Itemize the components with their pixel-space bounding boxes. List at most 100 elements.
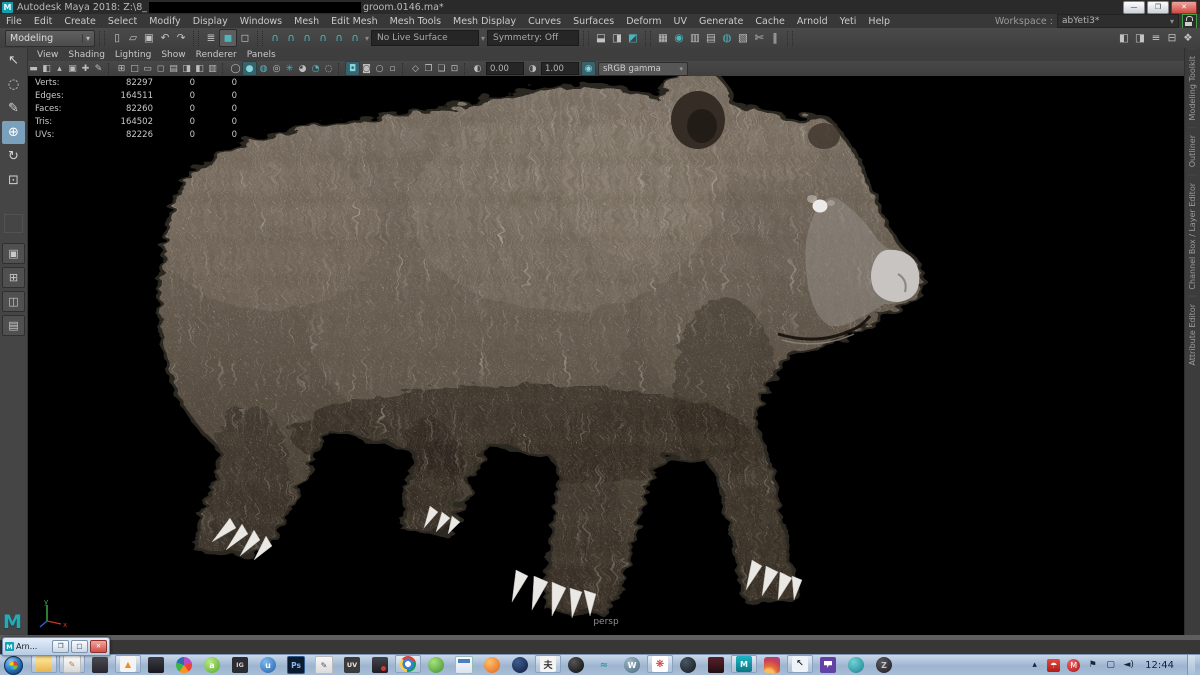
menu-item[interactable]: Modify — [143, 16, 186, 27]
menu-item[interactable]: Windows — [234, 16, 288, 27]
field-chart-icon[interactable]: ▤ — [167, 62, 180, 75]
smooth-wireframe-icon[interactable]: ▫ — [386, 62, 399, 75]
menu-item[interactable]: Display — [187, 16, 234, 27]
green-ball-app-icon[interactable]: a — [204, 657, 220, 673]
grid-toggle-icon[interactable]: ⊞ — [115, 62, 128, 75]
show-desktop-button[interactable] — [1187, 655, 1195, 675]
maya-taskbar-icon[interactable]: M — [736, 656, 752, 672]
teal-glyph-app-icon[interactable]: ≈ — [596, 657, 612, 673]
sidebar-tab[interactable]: Channel Box / Layer Editor — [1188, 175, 1197, 297]
outliner-toggle-icon[interactable]: ⊟ — [1164, 30, 1180, 46]
undo-icon[interactable]: ↶ — [157, 30, 173, 46]
pen-app-icon[interactable]: ✎ — [315, 656, 333, 674]
uvlayout-icon[interactable]: UV — [344, 657, 360, 673]
network-icon[interactable]: ▢ — [1105, 658, 1116, 672]
xray-joints-icon[interactable]: ◙ — [360, 62, 373, 75]
viewport-canvas[interactable]: Verts: 82297 0 0 Edges: 164511 0 0 Faces… — [27, 76, 1185, 635]
pause-viewport-icon[interactable]: ‖ — [767, 30, 783, 46]
backface-culling-icon[interactable]: ○ — [373, 62, 386, 75]
dark-chip-app-icon[interactable] — [92, 657, 108, 673]
panel-menu-item[interactable]: Lighting — [110, 50, 156, 60]
menu-item[interactable]: File — [0, 16, 28, 27]
menu-item[interactable]: Edit Mesh — [325, 16, 383, 27]
snap-options-arrow-icon[interactable]: ▾ — [363, 30, 371, 46]
exposure-field[interactable]: 0.00 — [486, 62, 524, 75]
layout-outliner-persp-icon[interactable]: ▤ — [2, 315, 25, 336]
viewport-renderer-icon[interactable]: ◩ — [625, 30, 641, 46]
snap-grid-icon[interactable]: ∩ — [267, 30, 283, 46]
shaded-mode-icon[interactable]: ● — [242, 61, 257, 76]
xray-mode-icon[interactable]: ◘ — [345, 61, 360, 76]
chevron-down-icon[interactable]: ▾ — [479, 30, 487, 46]
teal-sphere-app-icon[interactable] — [848, 657, 864, 673]
picasa-icon[interactable] — [176, 657, 192, 673]
snap-point-icon[interactable]: ∩ — [299, 30, 315, 46]
panel-menu-item[interactable]: Show — [156, 50, 190, 60]
render-current-frame-icon[interactable]: ▦ — [655, 30, 671, 46]
light-editor-icon[interactable]: ▧ — [735, 30, 751, 46]
black-sphere-app-icon[interactable] — [568, 657, 584, 673]
runner-app-icon[interactable]: 夫 — [540, 656, 556, 672]
menu-set-dropdown[interactable]: Modeling ▾ — [5, 30, 95, 47]
make-live-icon[interactable]: ∩ — [347, 30, 363, 46]
green-sphere-app-icon[interactable] — [428, 657, 444, 673]
tray-red-m-icon[interactable]: M — [1067, 659, 1080, 672]
blue-ball-app-icon[interactable]: u — [260, 657, 276, 673]
image-plane-icon[interactable]: ▣ — [66, 62, 79, 75]
mini-restore-button[interactable]: ❐ — [52, 640, 69, 653]
photoshop-icon[interactable]: Ps — [287, 656, 305, 674]
sidebar-tab[interactable]: Attribute Editor — [1188, 296, 1197, 373]
navy-ball-app-icon[interactable] — [512, 657, 528, 673]
chrome-icon[interactable] — [400, 656, 416, 672]
save-scene-icon[interactable]: ▣ — [141, 30, 157, 46]
explorer-icon[interactable] — [36, 656, 52, 672]
menu-item[interactable]: Yeti — [834, 16, 863, 27]
snap-projected-center-icon[interactable]: ∩ — [315, 30, 331, 46]
ig-app-icon[interactable]: IG — [232, 657, 248, 673]
channel-box-toggle-icon[interactable]: ≡ — [1148, 30, 1164, 46]
new-scene-icon[interactable]: ▯ — [109, 30, 125, 46]
workspace-lock-icon[interactable] — [1182, 14, 1197, 29]
menu-item[interactable]: Surfaces — [567, 16, 620, 27]
orange-ball-app-icon[interactable] — [484, 657, 500, 673]
menu-item[interactable]: Mesh Display — [447, 16, 522, 27]
dark-red-dot-app-icon[interactable] — [372, 657, 388, 673]
attribute-editor-toggle-icon[interactable]: ◧ — [1116, 30, 1132, 46]
colorspace-dropdown[interactable]: sRGB gamma ▾ — [598, 62, 688, 76]
arnold-mini-window[interactable]: M Arn... ❐□✕ — [2, 637, 110, 656]
zbrush-icon[interactable]: Z — [876, 657, 892, 673]
grease-pencil-icon[interactable]: ✎ — [92, 62, 105, 75]
isolate-select-icon[interactable]: ◇ — [409, 62, 422, 75]
paste-view-icon[interactable]: ❏ — [435, 62, 448, 75]
select-object-icon[interactable]: ◼ — [219, 29, 237, 47]
cursor-app-icon[interactable]: ↖ — [792, 656, 808, 672]
red-leaf-app-icon[interactable]: ❋ — [652, 656, 668, 672]
panel-menu-item[interactable]: Shading — [63, 50, 110, 60]
wordpress-icon[interactable]: W — [624, 657, 640, 673]
menu-item[interactable]: Mesh Tools — [384, 16, 447, 27]
rotate-tool-icon[interactable]: ↻ — [2, 145, 25, 168]
hud-toggle-icon[interactable]: ▥ — [206, 62, 219, 75]
render-sequence-icon[interactable]: ▥ — [687, 30, 703, 46]
menu-item[interactable]: Create — [58, 16, 102, 27]
avira-icon[interactable]: ☂ — [1047, 659, 1060, 672]
redo-icon[interactable]: ↷ — [173, 30, 189, 46]
snap-view-plane-icon[interactable]: ∩ — [331, 30, 347, 46]
motion-blur-icon[interactable]: ◌ — [322, 62, 335, 75]
twitch-icon[interactable] — [820, 657, 836, 673]
workspace-dropdown[interactable]: abYeti3* ▾ — [1057, 14, 1179, 28]
film-app-icon[interactable] — [148, 657, 164, 673]
view-transform-icon[interactable]: ◉ — [581, 61, 596, 76]
menu-item[interactable]: Curves — [522, 16, 567, 27]
layout-four-pane-icon[interactable]: ⊞ — [2, 267, 25, 288]
paint-select-tool-icon[interactable]: ✎ — [2, 97, 25, 120]
minimize-button[interactable]: — — [1123, 1, 1145, 14]
gamma-field[interactable]: 1.00 — [541, 62, 579, 75]
shadows-icon[interactable]: ◕ — [296, 62, 309, 75]
viewport-select-camera-icon[interactable]: ▬ — [27, 62, 40, 75]
safe-title-icon[interactable]: ◧ — [193, 62, 206, 75]
volume-icon[interactable]: ◄) — [1123, 658, 1134, 672]
exposure-icon[interactable]: ◐ — [471, 62, 484, 75]
menu-item[interactable]: Deform — [620, 16, 667, 27]
menu-item[interactable]: UV — [668, 16, 693, 27]
